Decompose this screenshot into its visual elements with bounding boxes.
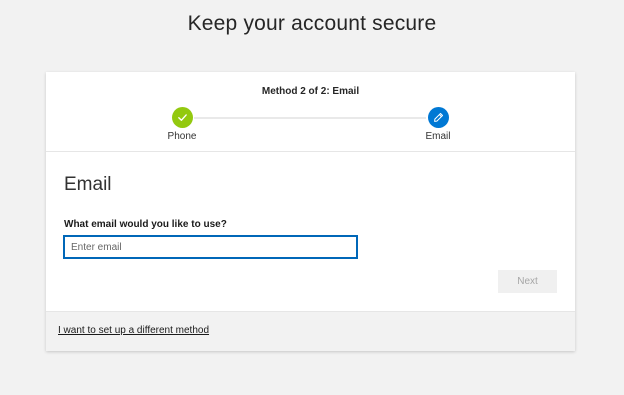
next-button[interactable]: Next: [498, 270, 557, 293]
email-field[interactable]: [63, 235, 358, 259]
email-form: Email What email would you like to use? …: [46, 152, 575, 312]
progress-label: Method 2 of 2: Email: [261, 86, 360, 97]
step-phone-label: Phone: [167, 131, 197, 142]
email-field-label: What email would you like to use?: [64, 219, 227, 230]
step-email-label: Email: [425, 131, 451, 142]
page: Keep your account secure Method 2 of 2: …: [0, 0, 624, 395]
step-phone: Phone: [152, 107, 212, 142]
card-footer: I want to set up a different method: [46, 311, 575, 351]
pencil-icon: [427, 107, 449, 128]
different-method-link[interactable]: I want to set up a different method: [58, 325, 209, 336]
page-title: Keep your account secure: [187, 12, 437, 35]
section-heading: Email: [64, 174, 112, 195]
progress-indicator: Method 2 of 2: Email Phone Email: [46, 72, 575, 152]
progress-track: [194, 117, 426, 119]
step-email: Email: [408, 107, 468, 142]
checkmark-icon: [171, 107, 193, 128]
setup-card: Method 2 of 2: Email Phone Email Email W…: [46, 72, 575, 351]
